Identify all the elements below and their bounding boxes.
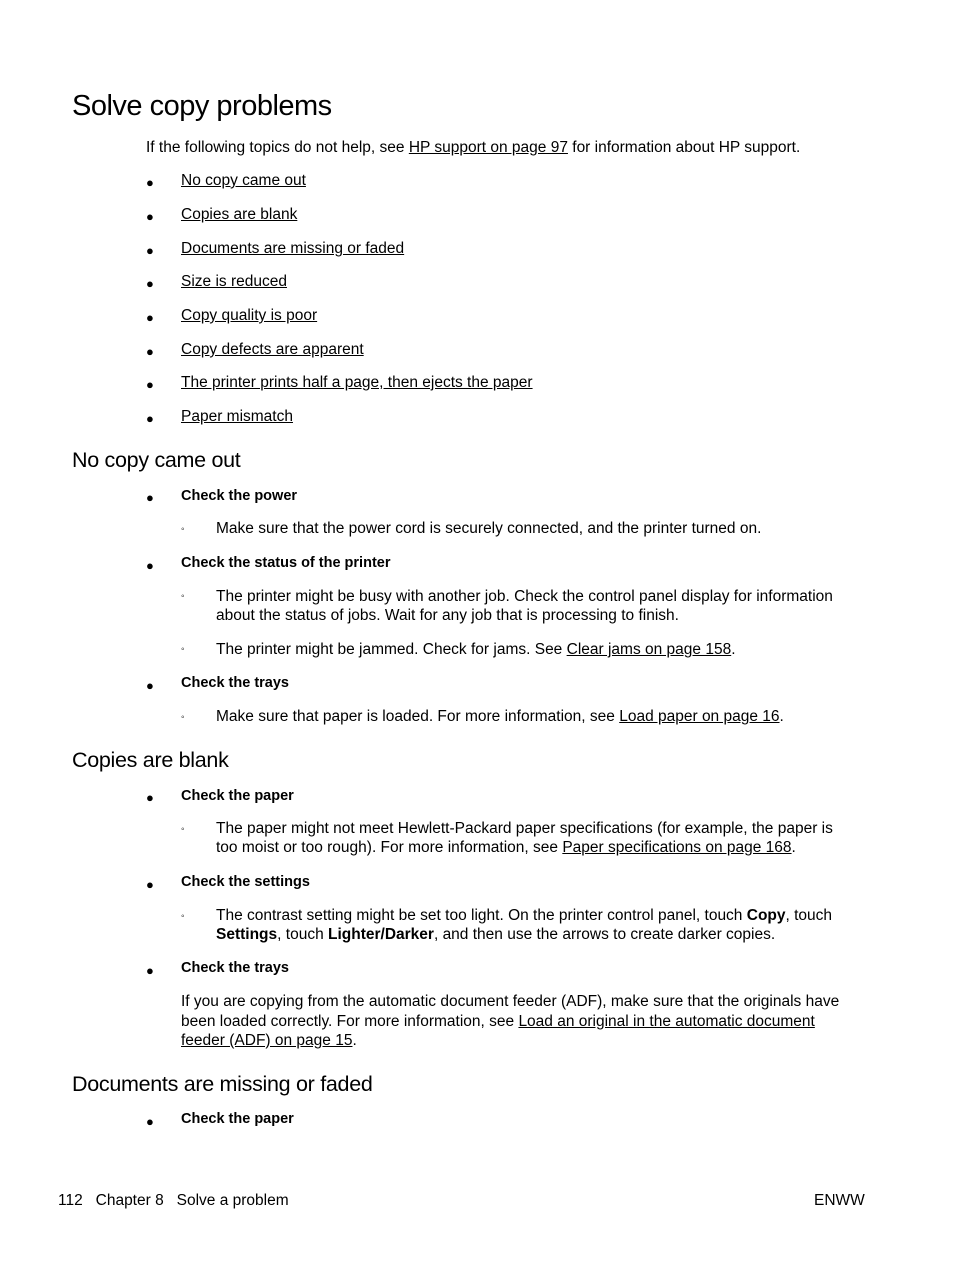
footer-right: ENWW: [814, 1192, 865, 1209]
check-settings-label: Check the settings: [181, 874, 310, 890]
status-item1-line2: about the status of jobs. Wait for any j…: [216, 607, 679, 624]
bullet-icon: ●: [146, 963, 154, 978]
period: .: [779, 708, 784, 725]
status-item2-text: The printer might be jammed. Check for j…: [216, 641, 567, 658]
intro-text: If the following topics do not help, see…: [146, 139, 800, 157]
check-paper-label: Check the paper: [181, 1111, 294, 1127]
trays-item: Make sure that paper is loaded. For more…: [216, 708, 784, 726]
adf-line1: If you are copying from the automatic do…: [181, 993, 840, 1010]
lighter-darker-ui-label: Lighter/Darker: [328, 926, 434, 943]
settings-line2: Settings, touch Lighter/Darker, and then…: [216, 926, 775, 944]
section-heading-copies-blank: Copies are blank: [72, 748, 229, 772]
page-title: Solve copy problems: [72, 90, 332, 122]
bullet-icon: ●: [146, 209, 154, 224]
settings-ui-label: Settings: [216, 926, 278, 943]
check-trays-label: Check the trays: [181, 960, 289, 976]
paper-specs-link[interactable]: Paper specifications on page 168: [562, 839, 791, 856]
check-power-label: Check the power: [181, 488, 298, 504]
load-original-adf-link-cont[interactable]: feeder (ADF) on page 15: [181, 1032, 352, 1049]
hp-support-link[interactable]: HP support on page 97: [409, 139, 568, 156]
bullet-icon: ●: [146, 377, 154, 392]
period: .: [352, 1032, 357, 1049]
paper-line2: too moist or too rough). For more inform…: [216, 839, 796, 857]
bullet-icon: ●: [146, 310, 154, 325]
bullet-icon: ●: [146, 276, 154, 291]
paper-line1: The paper might not meet Hewlett-Packard…: [216, 820, 833, 837]
power-item-text: Make sure that the power cord is securel…: [216, 520, 762, 537]
paper-line2-text: too moist or too rough). For more inform…: [216, 839, 563, 856]
topic-link[interactable]: Copy quality is poor: [181, 307, 317, 325]
bullet-icon: ●: [146, 243, 154, 258]
check-trays-label: Check the trays: [181, 675, 289, 691]
sub-bullet-icon: ◦: [181, 824, 185, 835]
sub-bullet-icon: ◦: [181, 644, 185, 655]
section-heading-no-copy: No copy came out: [72, 448, 241, 472]
period: .: [791, 839, 796, 856]
bullet-icon: ●: [146, 175, 154, 190]
settings-text: The contrast setting might be set too li…: [216, 907, 747, 924]
bullet-icon: ●: [146, 558, 154, 573]
sub-bullet-icon: ◦: [181, 524, 185, 535]
bullet-icon: ●: [146, 1114, 154, 1129]
status-item1-line1: The printer might be busy with another j…: [216, 588, 833, 605]
status-item2: The printer might be jammed. Check for j…: [216, 641, 736, 659]
section-heading-missing-faded: Documents are missing or faded: [72, 1072, 373, 1096]
bullet-icon: ●: [146, 678, 154, 693]
copy-ui-label: Copy: [746, 907, 786, 924]
period: .: [731, 641, 736, 658]
bullet-icon: ●: [146, 490, 154, 505]
topic-link[interactable]: Documents are missing or faded: [181, 240, 404, 258]
intro-after: for information about HP support.: [567, 139, 801, 156]
sub-bullet-icon: ◦: [181, 911, 185, 922]
settings-text: , touch: [277, 926, 328, 943]
clear-jams-link[interactable]: Clear jams on page 158: [567, 641, 732, 658]
adf-line2: been loaded correctly. For more informat…: [181, 1013, 815, 1031]
topic-link[interactable]: No copy came out: [181, 172, 306, 190]
topic-link[interactable]: Paper mismatch: [181, 408, 293, 426]
bullet-icon: ●: [146, 877, 154, 892]
bullet-icon: ●: [146, 411, 154, 426]
topic-link[interactable]: Copies are blank: [181, 206, 297, 224]
sub-bullet-icon: ◦: [181, 591, 185, 602]
load-original-adf-link[interactable]: Load an original in the automatic docume…: [518, 1013, 814, 1030]
footer-left: 112 Chapter 8 Solve a problem: [58, 1192, 289, 1209]
settings-text: , touch: [785, 907, 833, 924]
adf-text: been loaded correctly. For more informat…: [181, 1013, 519, 1030]
adf-line3: feeder (ADF) on page 15.: [181, 1032, 357, 1050]
check-paper-label: Check the paper: [181, 788, 294, 804]
settings-text: , and then use the arrows to create dark…: [433, 926, 776, 943]
intro-before: If the following topics do not help, see: [146, 139, 409, 156]
topic-link[interactable]: Size is reduced: [181, 273, 287, 291]
load-paper-link[interactable]: Load paper on page 16: [619, 708, 779, 725]
bullet-icon: ●: [146, 344, 154, 359]
topic-link[interactable]: The printer prints half a page, then eje…: [181, 374, 533, 392]
trays-item-text: Make sure that paper is loaded. For more…: [216, 708, 620, 725]
check-status-label: Check the status of the printer: [181, 555, 391, 571]
sub-bullet-icon: ◦: [181, 712, 185, 723]
topic-link[interactable]: Copy defects are apparent: [181, 341, 364, 359]
settings-line1: The contrast setting might be set too li…: [216, 907, 832, 925]
bullet-icon: ●: [146, 790, 154, 805]
